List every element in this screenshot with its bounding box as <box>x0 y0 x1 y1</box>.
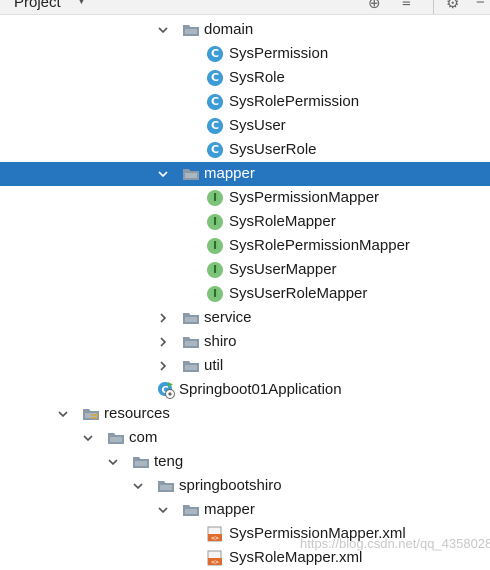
locate-icon[interactable]: ⊕ <box>368 0 381 12</box>
tree-item-sysrolepermissionmapper[interactable]: I SysRolePermissionMapper <box>0 234 490 258</box>
tree-item-label: SysUser <box>229 117 286 134</box>
class-icon: C <box>207 46 223 62</box>
svg-text:<>: <> <box>211 534 219 542</box>
tree-item-label: SysUserRoleMapper <box>229 285 368 302</box>
class-icon: C <box>207 142 223 158</box>
tree-item-sysrole[interactable]: C SysRole <box>0 66 490 90</box>
folder-icon <box>182 167 200 181</box>
tree-item-label: service <box>204 309 252 326</box>
chevron-down-icon[interactable]: ▼ <box>76 0 87 7</box>
class-icon: C <box>207 70 223 86</box>
folder-icon <box>107 431 125 445</box>
tree-item-syspermissionmapper[interactable]: I SysPermissionMapper <box>0 186 490 210</box>
expand-arrow-icon[interactable] <box>157 24 169 36</box>
tree-item-sysuserrole[interactable]: C SysUserRole <box>0 138 490 162</box>
tree-item-com[interactable]: com <box>0 426 490 450</box>
tree-item-sysrolemapper[interactable]: I SysRoleMapper <box>0 210 490 234</box>
tree-item-label: SysPermissionMapper <box>229 189 380 206</box>
tree-item-teng[interactable]: teng <box>0 450 490 474</box>
tree-item-shiro[interactable]: shiro <box>0 330 490 354</box>
collapse-arrow-icon[interactable] <box>157 360 169 372</box>
tree-item-springboot01application[interactable]: C Springboot01Application <box>0 378 490 402</box>
interface-icon: I <box>207 190 223 206</box>
tool-window-title[interactable]: Project <box>14 0 61 11</box>
tree-item-mapper-selected[interactable]: mapper <box>0 162 490 186</box>
tree-item-label: SysUserRole <box>229 141 317 158</box>
tree-item-label: mapper <box>204 501 255 518</box>
expand-arrow-icon[interactable] <box>157 168 169 180</box>
class-icon: C <box>207 118 223 134</box>
folder-icon <box>132 455 150 469</box>
interface-icon: I <box>207 262 223 278</box>
class-icon: C <box>207 94 223 110</box>
tree-item-domain[interactable]: domain <box>0 18 490 42</box>
tree-item-label: SysRolePermission <box>229 93 360 110</box>
interface-icon: I <box>207 238 223 254</box>
resources-folder-icon <box>82 407 100 421</box>
gear-icon[interactable]: ⚙ <box>446 0 459 12</box>
tree-item-label: resources <box>104 405 170 422</box>
expand-arrow-icon[interactable] <box>57 408 69 420</box>
tree-item-label: mapper <box>204 165 255 182</box>
expand-arrow-icon[interactable] <box>157 504 169 516</box>
tree-item-service[interactable]: service <box>0 306 490 330</box>
collapse-arrow-icon[interactable] <box>157 312 169 324</box>
tree-item-sysrolepermission[interactable]: C SysRolePermission <box>0 90 490 114</box>
svg-text:<>: <> <box>211 558 219 566</box>
folder-icon <box>182 311 200 325</box>
xml-file-icon: <> <box>207 550 223 566</box>
xml-file-icon: <> <box>207 526 223 542</box>
tree-item-resources[interactable]: resources <box>0 402 490 426</box>
tree-item-sysusermapper[interactable]: I SysUserMapper <box>0 258 490 282</box>
tree-item-label: domain <box>204 21 254 38</box>
tree-item-label: SysRoleMapper.xml <box>229 549 363 566</box>
tree-item-label: SysRolePermissionMapper <box>229 237 410 254</box>
tree-item-springbootshiro[interactable]: springbootshiro <box>0 474 490 498</box>
tree-item-label: shiro <box>204 333 237 350</box>
watermark: https://blog.csdn.net/qq_43580281 <box>300 536 490 551</box>
tree-item-label: SysPermission <box>229 45 329 62</box>
expand-arrow-icon[interactable] <box>107 456 119 468</box>
tree-item-util[interactable]: util <box>0 354 490 378</box>
tree-item-mapper-resources[interactable]: mapper <box>0 498 490 522</box>
tree-item-label: teng <box>154 453 184 470</box>
tree-item-label: SysRoleMapper <box>229 213 336 230</box>
interface-icon: I <box>207 214 223 230</box>
expand-arrow-icon[interactable] <box>132 480 144 492</box>
tree-item-label: com <box>129 429 158 446</box>
folder-icon <box>182 335 200 349</box>
tree-item-label: Springboot01Application <box>179 381 342 398</box>
spring-boot-app-icon: C <box>157 381 175 399</box>
tree-item-label: SysUserMapper <box>229 261 337 278</box>
tree-item-label: springbootshiro <box>179 477 282 494</box>
folder-icon <box>157 479 175 493</box>
header-divider <box>433 0 434 14</box>
collapse-all-icon[interactable]: ≡ <box>402 0 411 11</box>
interface-icon: I <box>207 286 223 302</box>
folder-icon <box>182 359 200 373</box>
collapse-arrow-icon[interactable] <box>157 336 169 348</box>
hide-icon[interactable]: − <box>476 0 485 11</box>
tree-item-syspermission[interactable]: C SysPermission <box>0 42 490 66</box>
tree-item-sysuser[interactable]: C SysUser <box>0 114 490 138</box>
folder-icon <box>182 23 200 37</box>
expand-arrow-icon[interactable] <box>82 432 94 444</box>
tool-window-header: Project ▼ ⊕ ≡ ⚙ − <box>0 0 490 15</box>
tree-item-label: util <box>204 357 224 374</box>
tree-item-label: SysRole <box>229 69 285 86</box>
tree-item-sysuserrolemapper[interactable]: I SysUserRoleMapper <box>0 282 490 306</box>
folder-icon <box>182 503 200 517</box>
